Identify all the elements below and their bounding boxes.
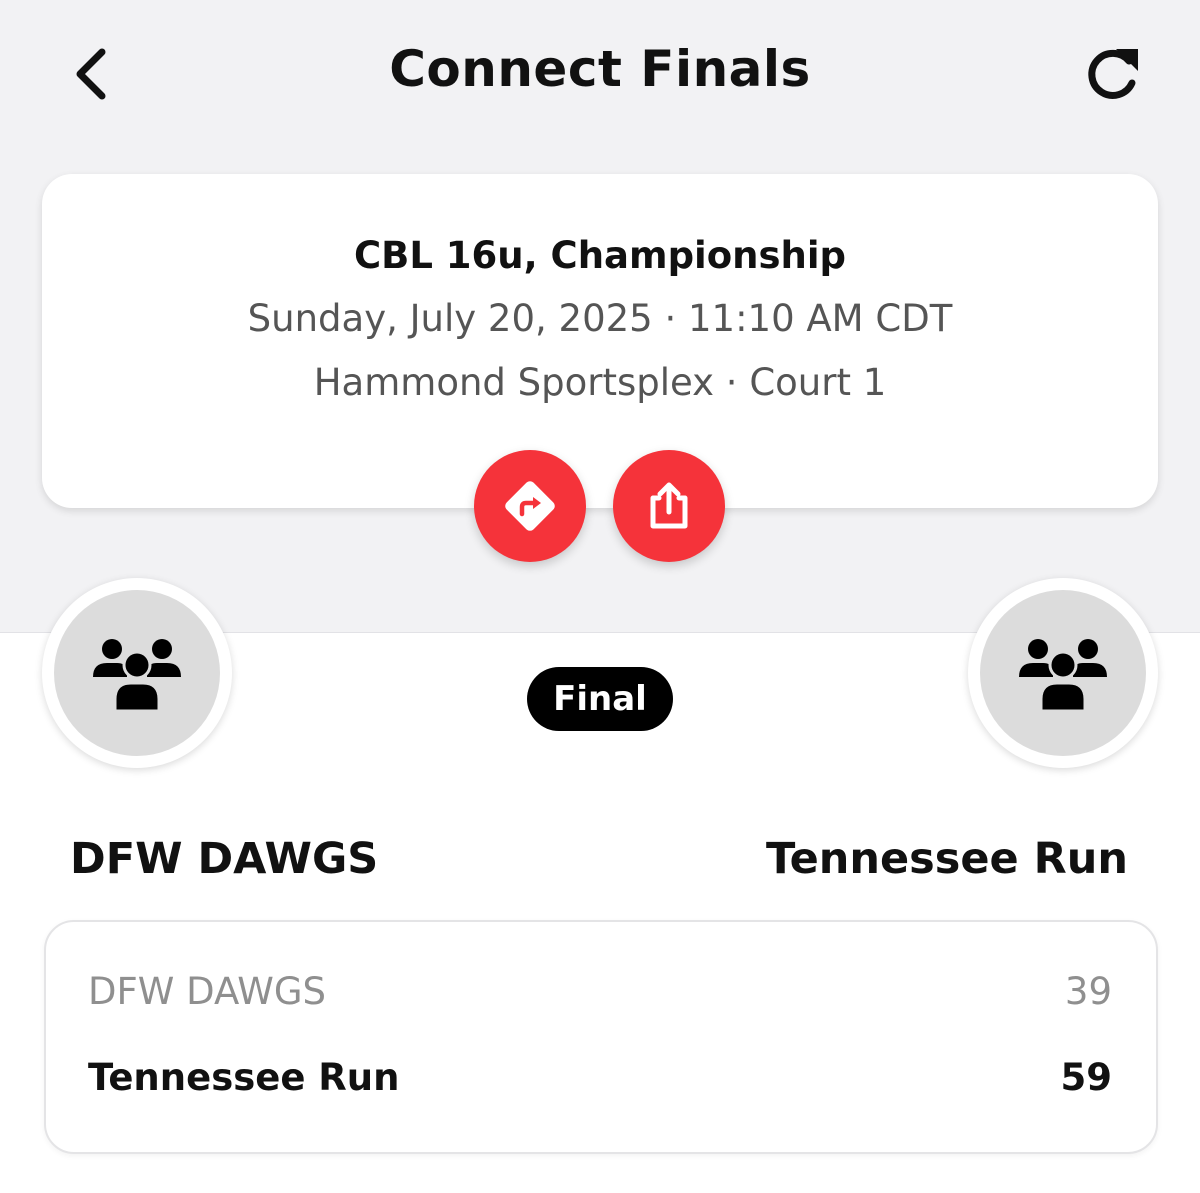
away-team-avatar[interactable]	[968, 578, 1158, 768]
refresh-icon	[1088, 49, 1138, 99]
back-button[interactable]	[62, 44, 118, 104]
directions-icon	[505, 481, 555, 531]
score-team-name: DFW DAWGS	[88, 970, 326, 1013]
game-detail-screen: Connect Finals CBL 16u, Championship Sun…	[0, 0, 1200, 1193]
avatar	[54, 590, 220, 756]
game-title: CBL 16u, Championship	[353, 234, 847, 277]
status-badge: Final	[527, 667, 673, 731]
score-value: 59	[1060, 1056, 1113, 1099]
group-icon	[93, 639, 181, 713]
home-team-name[interactable]: DFW DAWGS	[70, 834, 378, 884]
game-datetime: Sunday, July 20, 2025 · 11:10 AM CDT	[247, 297, 953, 340]
score-card: DFW DAWGS 39 Tennessee Run 59	[44, 920, 1158, 1154]
score-row: Tennessee Run 59	[46, 1056, 1156, 1112]
chevron-left-icon	[76, 48, 106, 100]
home-team-avatar[interactable]	[42, 578, 232, 768]
directions-button[interactable]	[474, 450, 586, 562]
away-team-name[interactable]: Tennessee Run	[766, 834, 1128, 884]
share-icon	[650, 482, 688, 529]
score-value: 39	[1064, 970, 1112, 1013]
refresh-button[interactable]	[1080, 42, 1146, 106]
share-button[interactable]	[613, 450, 725, 562]
score-team-name: Tennessee Run	[88, 1056, 400, 1099]
game-venue: Hammond Sportsplex · Court 1	[313, 361, 887, 404]
avatar	[980, 590, 1146, 756]
score-row: DFW DAWGS 39	[46, 970, 1156, 1026]
game-info-card	[42, 174, 1158, 508]
page-title: Connect Finals	[389, 40, 811, 98]
group-icon	[1019, 639, 1107, 713]
